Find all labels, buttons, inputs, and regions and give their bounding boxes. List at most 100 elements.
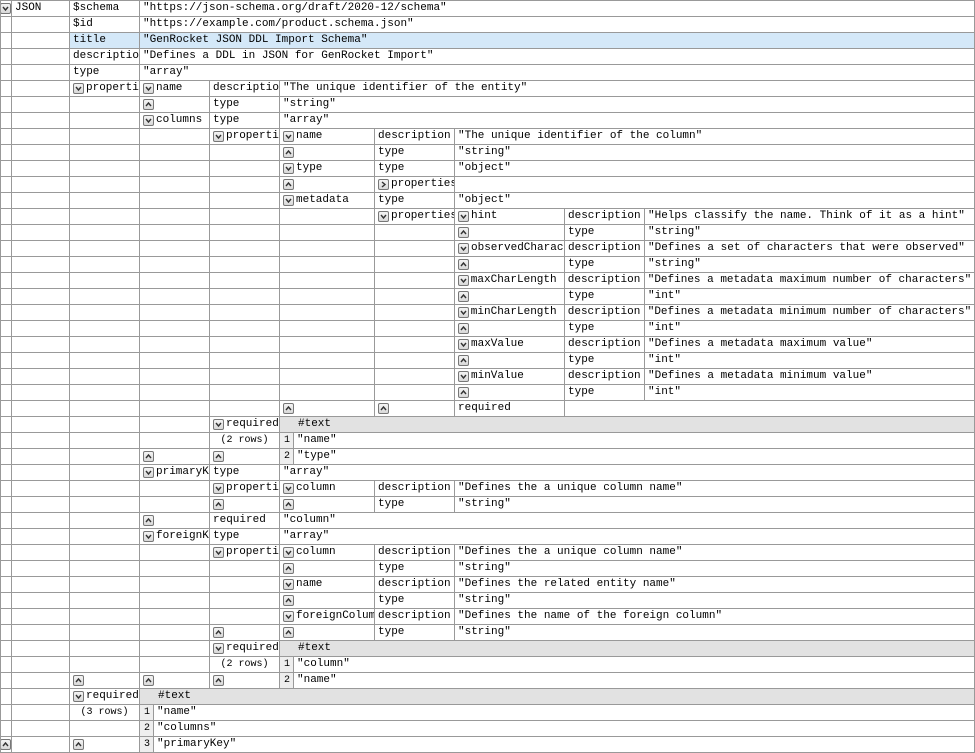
- val-pk-type[interactable]: "array": [280, 465, 975, 481]
- val-name-type[interactable]: "string": [280, 97, 975, 113]
- key-cp-name-desc[interactable]: description: [375, 129, 455, 145]
- val-maxcl-desc[interactable]: "Defines a metadata maximum number of ch…: [645, 273, 975, 289]
- chevron-down-icon[interactable]: [143, 83, 154, 94]
- chevron-up-icon[interactable]: [213, 627, 224, 638]
- chevron-up-icon[interactable]: [143, 451, 154, 462]
- val-oc-desc[interactable]: "Defines a set of characters that were o…: [645, 241, 975, 257]
- key-pk-column-desc[interactable]: description: [375, 481, 455, 497]
- chevron-down-icon[interactable]: [143, 115, 154, 126]
- chevron-down-icon[interactable]: [458, 307, 469, 318]
- chevron-down-icon[interactable]: [283, 163, 294, 174]
- key-fk-name[interactable]: name: [280, 577, 375, 593]
- key-hint[interactable]: hint: [455, 209, 565, 225]
- key-name-desc[interactable]: description: [210, 81, 280, 97]
- val-fk-fc-desc[interactable]: "Defines the name of the foreign column": [455, 609, 975, 625]
- root-req-2[interactable]: "columns": [154, 721, 975, 737]
- chevron-down-icon[interactable]: [143, 467, 154, 478]
- chevron-up-icon[interactable]: [378, 403, 389, 414]
- key-maxcl-desc[interactable]: description: [565, 273, 645, 289]
- key-oc[interactable]: observedCharacters: [455, 241, 565, 257]
- val-columns-type[interactable]: "array": [280, 113, 975, 129]
- key-fk-props[interactable]: properties: [210, 545, 280, 561]
- key-maxcl-type[interactable]: type: [565, 289, 645, 305]
- chevron-up-icon[interactable]: [283, 563, 294, 574]
- val-fk-name-desc[interactable]: "Defines the related entity name": [455, 577, 975, 593]
- chevron-up-icon[interactable]: [143, 515, 154, 526]
- key-fk-fc-desc[interactable]: description: [375, 609, 455, 625]
- chevron-up-icon[interactable]: [458, 227, 469, 238]
- val-id[interactable]: "https://example.com/product.schema.json…: [140, 17, 975, 33]
- key-pk-column-type[interactable]: type: [375, 497, 455, 513]
- val-fk-type[interactable]: "array": [280, 529, 975, 545]
- fk-req-2[interactable]: "name": [294, 673, 975, 689]
- key-fk-type[interactable]: type: [210, 529, 280, 545]
- chevron-down-icon[interactable]: [283, 547, 294, 558]
- key-cp-metadata-type[interactable]: type: [375, 193, 455, 209]
- val-maxv-desc[interactable]: "Defines a metadata maximum value": [645, 337, 975, 353]
- key-oc-desc[interactable]: description: [565, 241, 645, 257]
- val-cp-name-type[interactable]: "string": [455, 145, 975, 161]
- chevron-down-icon[interactable]: [283, 195, 294, 206]
- chevron-up-icon[interactable]: [458, 355, 469, 366]
- key-cp-type[interactable]: type: [280, 161, 375, 177]
- key-hint-type[interactable]: type: [565, 225, 645, 241]
- val-fk-column-desc[interactable]: "Defines the a unique column name": [455, 545, 975, 561]
- chevron-down-icon[interactable]: [458, 243, 469, 254]
- key-cp-metadata[interactable]: metadata: [280, 193, 375, 209]
- key-maxcl[interactable]: maxCharLength: [455, 273, 565, 289]
- val-hint-desc[interactable]: "Helps classify the name. Think of it as…: [645, 209, 975, 225]
- val-name-desc[interactable]: "The unique identifier of the entity": [280, 81, 975, 97]
- chevron-up-icon[interactable]: [283, 147, 294, 158]
- cols-req-2[interactable]: "type": [294, 449, 975, 465]
- key-name-type[interactable]: type: [210, 97, 280, 113]
- chevron-down-icon[interactable]: [213, 547, 224, 558]
- chevron-down-icon[interactable]: [458, 275, 469, 286]
- chevron-down-icon[interactable]: [213, 131, 224, 142]
- val-type[interactable]: "array": [140, 65, 975, 81]
- chevron-down-icon[interactable]: [213, 419, 224, 430]
- key-cp-type-type[interactable]: type: [375, 161, 455, 177]
- toggle-json[interactable]: [0, 0, 12, 17]
- chevron-up-icon[interactable]: [143, 675, 154, 686]
- key-description[interactable]: description: [70, 49, 140, 65]
- key-fk-fc-type[interactable]: type: [375, 625, 455, 641]
- val-description[interactable]: "Defines a DDL in JSON for GenRocket Imp…: [140, 49, 975, 65]
- key-fk-column-desc[interactable]: description: [375, 545, 455, 561]
- val-pk-column-desc[interactable]: "Defines the a unique column name": [455, 481, 975, 497]
- chevron-up-icon[interactable]: [458, 291, 469, 302]
- val-fk-name-type[interactable]: "string": [455, 593, 975, 609]
- val-minv-desc[interactable]: "Defines a metadata minimum value": [645, 369, 975, 385]
- key-id[interactable]: $id: [70, 17, 140, 33]
- chevron-up-icon[interactable]: [213, 675, 224, 686]
- val-cp-name-desc[interactable]: "The unique identifier of the column": [455, 129, 975, 145]
- key-fk-column[interactable]: column: [280, 545, 375, 561]
- key-cp-name[interactable]: name: [280, 129, 375, 145]
- key-minv[interactable]: minValue: [455, 369, 565, 385]
- key-fk-fc[interactable]: foreignColumn: [280, 609, 375, 625]
- val-pk-required[interactable]: "column": [280, 513, 975, 529]
- chevron-down-icon[interactable]: [458, 339, 469, 350]
- chevron-up-icon[interactable]: [283, 179, 294, 190]
- key-properties[interactable]: properties: [70, 81, 140, 97]
- val-title[interactable]: "GenRocket JSON DDL Import Schema": [140, 33, 975, 49]
- val-hint-type[interactable]: "string": [645, 225, 975, 241]
- root-req-3[interactable]: "primaryKey": [154, 737, 975, 753]
- chevron-up-icon[interactable]: [283, 595, 294, 606]
- chevron-up-icon[interactable]: [283, 627, 294, 638]
- chevron-up-icon[interactable]: [458, 387, 469, 398]
- key-pk-props[interactable]: properties: [210, 481, 280, 497]
- chevron-up-icon[interactable]: [458, 259, 469, 270]
- chevron-down-icon[interactable]: [458, 211, 469, 222]
- val-oc-type[interactable]: "string": [645, 257, 975, 273]
- key-mincl[interactable]: minCharLength: [455, 305, 565, 321]
- chevron-down-icon[interactable]: [283, 611, 294, 622]
- chevron-right-icon[interactable]: [378, 179, 389, 190]
- chevron-down-icon[interactable]: [73, 691, 84, 702]
- key-name[interactable]: name: [140, 81, 210, 97]
- key-meta-props[interactable]: properties: [375, 209, 455, 225]
- chevron-up-icon[interactable]: [73, 739, 84, 750]
- key-maxv-type[interactable]: type: [565, 353, 645, 369]
- key-hint-desc[interactable]: description: [565, 209, 645, 225]
- val-cp-metadata-type[interactable]: "object": [455, 193, 975, 209]
- chevron-down-icon[interactable]: [458, 371, 469, 382]
